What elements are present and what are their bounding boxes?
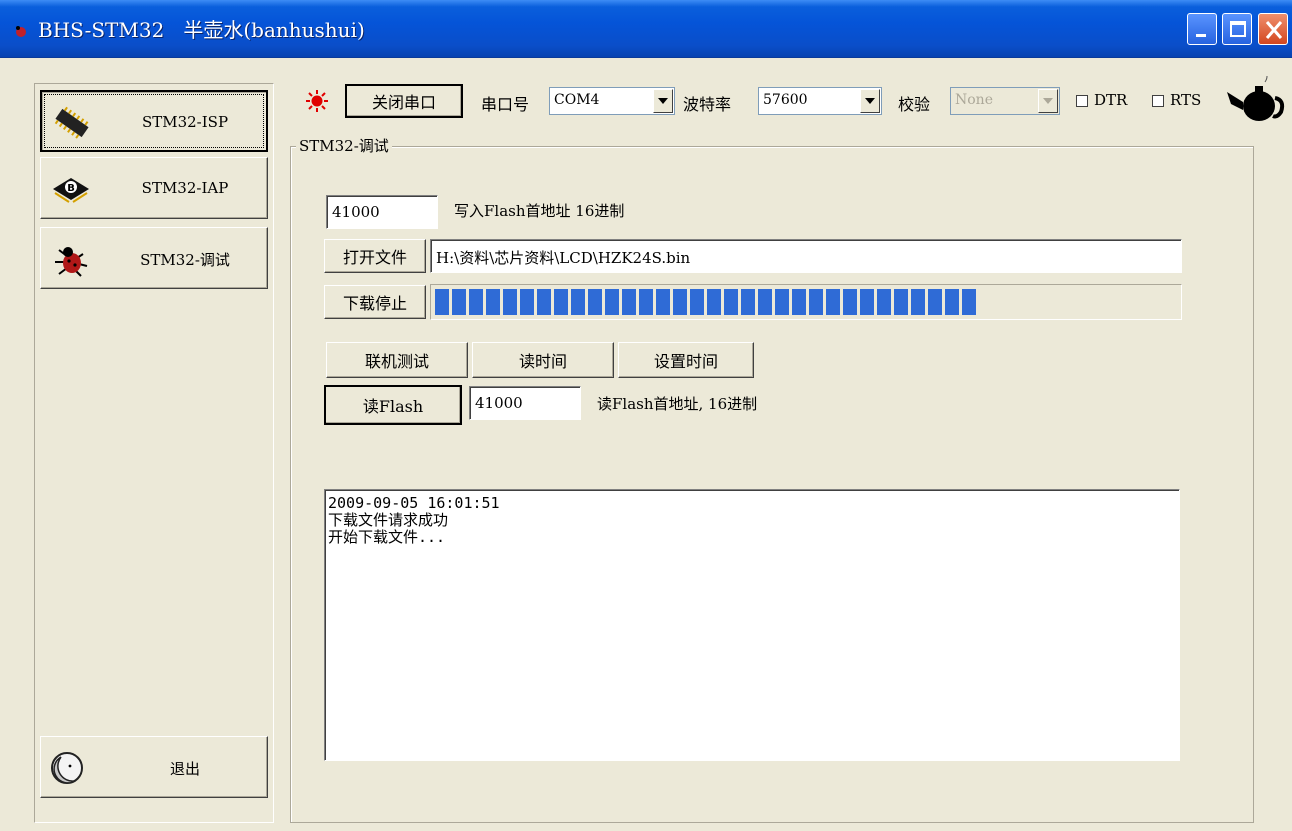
open-file-button[interactable]: 打开文件	[324, 239, 426, 273]
moon-icon	[51, 752, 83, 784]
exit-button[interactable]: 退出	[40, 736, 268, 798]
chevron-down-icon	[658, 98, 668, 104]
read-time-label: 读时间	[518, 352, 567, 371]
read-time-button[interactable]: 读时间	[472, 342, 614, 378]
read-flash-label: 读Flash	[362, 397, 424, 416]
port-select[interactable]: COM4	[549, 87, 675, 115]
write-address-label: 写入Flash首地址 16进制	[454, 202, 625, 220]
chip-icon	[54, 106, 89, 139]
teapot-icon	[1227, 76, 1285, 121]
dropdown-button[interactable]	[653, 89, 673, 113]
online-test-label: 联机测试	[364, 352, 429, 371]
sidebar-item-stm32-debug[interactable]: STM32-调试	[40, 227, 268, 289]
dtr-label: DTR	[1094, 91, 1128, 109]
sidebar-item-label: STM32-ISP	[141, 113, 229, 131]
open-file-label: 打开文件	[342, 248, 407, 267]
parity-select: None	[950, 87, 1060, 115]
parity-value: None	[955, 92, 993, 108]
log-line: 2009-09-05 16:01:51	[328, 494, 500, 512]
port-label: 串口号	[481, 95, 530, 114]
port-value: COM4	[554, 92, 600, 108]
sidebar-item-stm32-isp[interactable]: STM32-ISP	[40, 90, 268, 152]
chip-b-icon: B	[53, 178, 89, 203]
dropdown-button	[1038, 89, 1058, 113]
file-path-input[interactable]: H:\资料\芯片资料\LCD\HZK24S.bin	[430, 239, 1182, 273]
write-address-input[interactable]: 41000	[326, 195, 438, 229]
close-button[interactable]	[1258, 13, 1288, 45]
window-title: BHS-STM32 半壶水(banhushui)	[38, 18, 365, 42]
log-output[interactable]: 2009-09-05 16:01:51 下载文件请求成功 开始下载文件...	[324, 489, 1180, 761]
log-line: 开始下载文件...	[328, 528, 446, 546]
download-stop-button[interactable]: 下载停止	[324, 285, 426, 319]
dtr-checkbox[interactable]	[1076, 95, 1088, 107]
chevron-down-icon	[865, 98, 875, 104]
group-title: STM32-调试	[296, 135, 392, 156]
download-stop-label: 下载停止	[342, 294, 407, 313]
chevron-down-icon	[1043, 98, 1053, 104]
minimize-icon	[1196, 34, 1206, 37]
read-flash-button[interactable]: 读Flash	[324, 385, 462, 425]
maximize-button[interactable]	[1222, 13, 1252, 45]
read-address-input[interactable]: 41000	[469, 386, 581, 420]
progress-fill	[435, 289, 976, 315]
set-time-button[interactable]: 设置时间	[618, 342, 754, 378]
close-port-button[interactable]: 关闭串口	[345, 84, 463, 118]
maximize-icon	[1230, 21, 1246, 37]
bug-icon	[55, 247, 88, 277]
close-icon	[1265, 21, 1283, 39]
dropdown-button[interactable]	[860, 89, 880, 113]
baud-value: 57600	[763, 92, 808, 108]
sidebar-item-label: STM32-IAP	[141, 179, 229, 197]
log-line: 下载文件请求成功	[328, 511, 449, 529]
baud-label: 波特率	[683, 95, 732, 114]
bug-icon	[16, 26, 26, 37]
baud-select[interactable]: 57600	[758, 87, 882, 115]
red-led-icon	[306, 90, 328, 112]
sidebar-item-label: STM32-调试	[140, 251, 230, 269]
rts-label: RTS	[1170, 91, 1202, 109]
sidebar-item-stm32-iap[interactable]: B STM32-IAP	[40, 157, 268, 219]
download-progress-bar	[430, 284, 1182, 320]
close-port-label: 关闭串口	[371, 93, 436, 112]
minimize-button[interactable]	[1187, 13, 1217, 45]
read-address-label: 读Flash首地址, 16进制	[597, 395, 758, 413]
parity-label: 校验	[898, 95, 931, 114]
set-time-label: 设置时间	[653, 352, 718, 371]
svg-text:B: B	[67, 183, 75, 194]
title-bar[interactable]: BHS-STM32 半壶水(banhushui)	[0, 0, 1292, 58]
rts-checkbox[interactable]	[1152, 95, 1164, 107]
online-test-button[interactable]: 联机测试	[326, 342, 468, 378]
exit-label: 退出	[169, 761, 200, 778]
